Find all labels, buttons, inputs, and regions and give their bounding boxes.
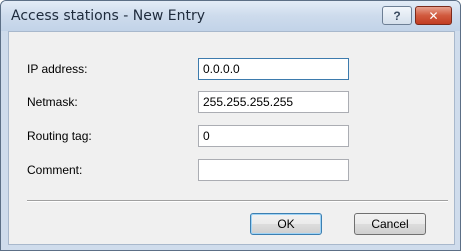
ip-address-label: IP address: (27, 62, 88, 76)
separator (27, 200, 448, 202)
ok-button[interactable]: OK (250, 213, 322, 235)
dialog-content: IP address: 0.0.0.0 Netmask: 255.255.255… (8, 31, 455, 245)
netmask-field[interactable]: 255.255.255.255 (198, 91, 349, 113)
dialog-window: Access stations - New Entry ? ✕ IP addre… (0, 0, 461, 251)
close-button[interactable]: ✕ (415, 6, 452, 25)
title-bar[interactable]: Access stations - New Entry ? ✕ (1, 1, 460, 31)
routing-tag-field[interactable]: 0 (198, 125, 349, 147)
window-title: Access stations - New Entry (11, 8, 206, 24)
routing-tag-label: Routing tag: (27, 129, 92, 143)
help-button[interactable]: ? (382, 6, 412, 25)
netmask-label: Netmask: (27, 95, 78, 109)
ip-address-field[interactable]: 0.0.0.0 (198, 58, 349, 80)
comment-label: Comment: (27, 163, 83, 177)
comment-field[interactable] (198, 159, 349, 181)
cancel-button[interactable]: Cancel (354, 213, 426, 235)
help-icon: ? (393, 8, 401, 23)
close-icon: ✕ (428, 8, 439, 23)
